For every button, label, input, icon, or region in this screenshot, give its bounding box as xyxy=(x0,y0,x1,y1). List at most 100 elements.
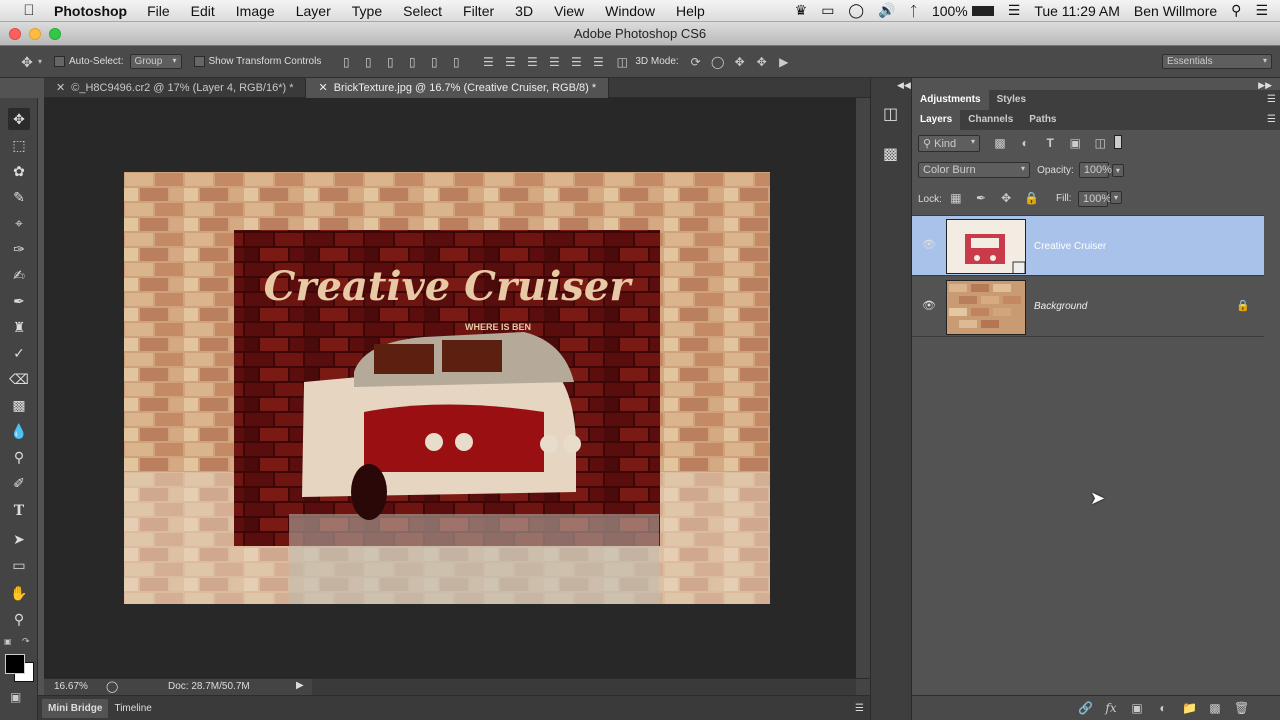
distribute-top-icon[interactable]: ☰ xyxy=(481,55,495,69)
notification-center-icon[interactable]: ☰ xyxy=(1255,2,1268,19)
rectangle-tool-icon[interactable]: ▭ xyxy=(8,554,30,576)
wifi-icon[interactable]: ☰ xyxy=(1008,2,1021,19)
layer-name[interactable]: Background xyxy=(1034,301,1087,312)
hand-tool-icon[interactable]: ✋ xyxy=(8,582,30,604)
fill-input[interactable]: 100% xyxy=(1078,191,1111,207)
transform-controls-checkbox[interactable] xyxy=(193,56,205,67)
blend-mode-dropdown[interactable]: Color Burn ▾ xyxy=(918,162,1030,178)
layer-style-icon[interactable]: fx xyxy=(1104,701,1118,715)
3d-rotate-icon[interactable]: ⟳ xyxy=(689,55,703,69)
horizontal-scrollbar[interactable] xyxy=(312,679,856,695)
new-adjustment-layer-icon[interactable]: ◐ xyxy=(1156,701,1170,715)
menu-image[interactable]: Image xyxy=(236,3,275,19)
battery-label[interactable]: 100% xyxy=(932,3,968,19)
tab-adjustments[interactable]: Adjustments xyxy=(912,90,989,110)
crop-tool-icon[interactable]: ⌖ xyxy=(8,212,30,234)
eyedropper-tool-icon[interactable]: ✑ xyxy=(8,238,30,260)
layer-thumbnail[interactable] xyxy=(946,280,1026,335)
zoom-level[interactable]: 16.67% xyxy=(54,681,88,692)
close-window-icon[interactable] xyxy=(9,28,21,40)
evernote-icon[interactable]: ♛ xyxy=(795,2,808,19)
clock[interactable]: Tue 11:29 AM xyxy=(1034,3,1120,19)
status-menu-arrow-icon[interactable]: ▶ xyxy=(296,680,304,691)
auto-select-checkbox[interactable] xyxy=(54,56,66,67)
tab-layers[interactable]: Layers xyxy=(912,110,961,130)
lock-all-icon[interactable]: 🔒 xyxy=(1024,191,1039,205)
opacity-input[interactable]: 100% xyxy=(1078,162,1112,178)
filter-toggle-icon[interactable] xyxy=(1114,135,1122,149)
filter-adjustment-icon[interactable]: ◐ xyxy=(1018,136,1032,150)
auto-select-dropdown[interactable]: Group ▾ xyxy=(129,54,182,69)
airplay-icon[interactable]: ▭ xyxy=(821,2,834,19)
menu-edit[interactable]: Edit xyxy=(191,3,215,19)
distribute-bottom-icon[interactable]: ☰ xyxy=(525,55,539,69)
marquee-tool-icon[interactable]: ⬚ xyxy=(8,134,30,156)
spotlight-icon[interactable]: ⚲ xyxy=(1231,2,1241,19)
healing-brush-tool-icon[interactable]: ✍ xyxy=(8,264,30,286)
opacity-dropdown-icon[interactable]: ▾ xyxy=(1111,164,1124,177)
tab-timeline[interactable]: Timeline xyxy=(108,699,157,718)
zoom-tool-icon[interactable]: ⚲ xyxy=(8,608,30,630)
new-layer-icon[interactable]: ▩ xyxy=(1208,701,1222,715)
lock-image-icon[interactable]: ✒ xyxy=(974,191,988,205)
menu-type[interactable]: Type xyxy=(352,3,382,19)
quick-mask-icon[interactable]: ▣ xyxy=(10,690,21,704)
eraser-tool-icon[interactable]: ⌫ xyxy=(8,368,30,390)
history-panel-icon[interactable]: ◫ xyxy=(883,104,898,124)
pen-tool-icon[interactable]: ✐ xyxy=(8,472,30,494)
path-selection-tool-icon[interactable]: ➤ xyxy=(8,528,30,550)
bluetooth-icon[interactable]: ᛏ xyxy=(910,3,918,19)
layer-name[interactable]: Creative Cruiser xyxy=(1034,241,1106,252)
close-tab-icon[interactable]: ✕ xyxy=(318,82,327,94)
distribute-right-icon[interactable]: ☰ xyxy=(591,55,605,69)
vertical-scrollbar[interactable] xyxy=(856,98,870,678)
menu-view[interactable]: View xyxy=(554,3,584,19)
layer-row-background[interactable]: 👁 Background 🔒 xyxy=(912,277,1264,337)
filter-smart-object-icon[interactable]: ◫ xyxy=(1093,136,1107,150)
quick-select-tool-icon[interactable]: ✎ xyxy=(8,186,30,208)
zoom-window-icon[interactable] xyxy=(49,28,61,40)
visibility-eye-icon[interactable]: 👁 xyxy=(922,238,936,252)
tab-styles[interactable]: Styles xyxy=(989,90,1034,110)
menu-help[interactable]: Help xyxy=(676,3,705,19)
menu-3d[interactable]: 3D xyxy=(515,3,533,19)
add-mask-icon[interactable]: ▣ xyxy=(1130,701,1144,715)
apple-menu-icon[interactable]:  xyxy=(18,0,40,22)
panel-menu-icon[interactable]: ☰ xyxy=(1267,110,1276,130)
status-options-icon[interactable]: ◯ xyxy=(106,680,118,693)
dodge-tool-icon[interactable]: ⚲ xyxy=(8,446,30,468)
app-menu[interactable]: Photoshop xyxy=(54,3,127,19)
move-tool-preset-icon[interactable]: ✥ xyxy=(20,55,34,69)
layer-thumbnail[interactable] xyxy=(946,219,1026,274)
panel-menu-icon[interactable]: ☰ xyxy=(855,703,864,714)
sync-icon[interactable]: ◯ xyxy=(848,2,864,19)
tab-mini-bridge[interactable]: Mini Bridge xyxy=(42,698,109,718)
3d-scale-icon[interactable]: ▶ xyxy=(777,55,791,69)
distribute-left-icon[interactable]: ☰ xyxy=(547,55,561,69)
filter-shape-icon[interactable]: ▣ xyxy=(1068,136,1082,150)
menu-window[interactable]: Window xyxy=(605,3,655,19)
brush-tool-icon[interactable]: ✒ xyxy=(8,290,30,312)
battery-icon[interactable] xyxy=(971,5,994,16)
volume-icon[interactable]: 🔊 xyxy=(878,2,895,19)
swap-colors-icon[interactable]: ↷ xyxy=(22,636,30,647)
fill-dropdown-icon[interactable]: ▾ xyxy=(1110,191,1123,204)
delete-layer-icon[interactable]: 🗑 xyxy=(1234,701,1249,715)
clone-stamp-tool-icon[interactable]: ♜ xyxy=(8,316,30,338)
doc-tab-raw[interactable]: ✕ ©_H8C9496.cr2 @ 17% (Layer 4, RGB/16*) … xyxy=(44,78,307,98)
align-vcenter-icon[interactable]: ▯ xyxy=(361,55,375,69)
workspace-dropdown[interactable]: Essentials ▾ xyxy=(1162,54,1272,69)
document-canvas[interactable]: Creative Cruiser WHERE IS BEN xyxy=(124,172,770,604)
type-tool-icon[interactable]: T xyxy=(8,500,30,522)
close-tab-icon[interactable]: ✕ xyxy=(56,82,65,94)
tab-paths[interactable]: Paths xyxy=(1021,110,1064,130)
history-brush-tool-icon[interactable]: ✓ xyxy=(8,342,30,364)
new-group-icon[interactable]: 📁 xyxy=(1182,701,1197,715)
align-hcenter-icon[interactable]: ▯ xyxy=(427,55,441,69)
default-colors-icon[interactable]: ▣ xyxy=(4,637,12,646)
gradient-tool-icon[interactable]: ▩ xyxy=(8,394,30,416)
distribute-vcenter-icon[interactable]: ☰ xyxy=(503,55,517,69)
user-name[interactable]: Ben Willmore xyxy=(1134,3,1217,19)
filter-kind-dropdown[interactable]: ⚲ Kind ▾ xyxy=(918,135,980,152)
preset-dropdown-icon[interactable]: ▾ xyxy=(38,57,42,66)
